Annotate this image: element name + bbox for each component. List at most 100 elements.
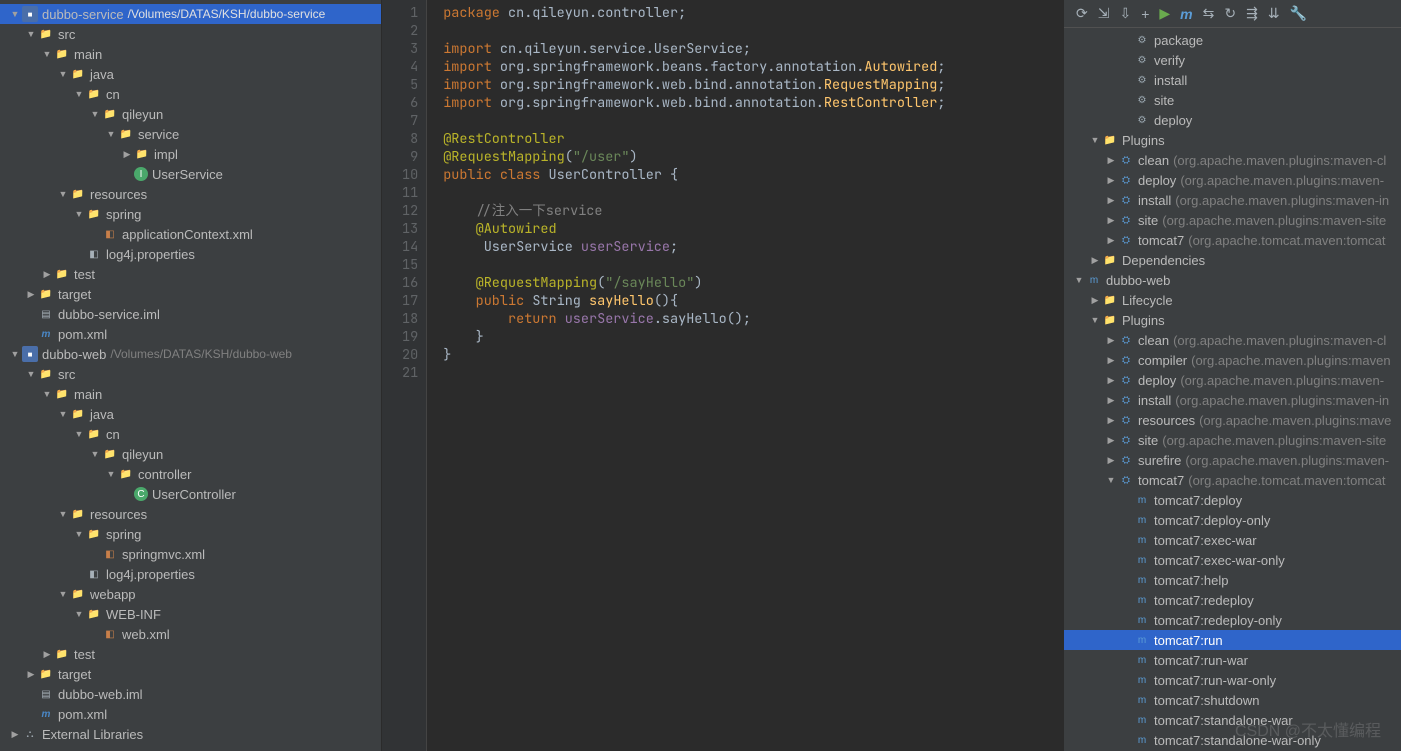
tree-arrow-icon[interactable] [24,369,38,379]
maven-toolbar-button[interactable]: ↻ [1224,5,1236,22]
project-tree-item[interactable]: ▤dubbo-service.iml [0,304,381,324]
maven-tree-item[interactable]: ⛭install(org.apache.maven.plugins:maven-… [1064,190,1401,210]
tree-arrow-icon[interactable] [1104,475,1118,485]
tree-arrow-icon[interactable] [1088,295,1102,306]
tree-arrow-icon[interactable] [1088,135,1102,145]
project-tree-item[interactable]: 📁test [0,644,381,664]
tree-arrow-icon[interactable] [1104,435,1118,446]
tree-arrow-icon[interactable] [24,669,38,680]
code-line[interactable] [443,112,945,130]
maven-tree-item[interactable]: mtomcat7:exec-war-only [1064,550,1401,570]
maven-toolbar-button[interactable]: + [1141,6,1149,22]
project-tree-item[interactable]: ⛬External Libraries [0,724,381,744]
tree-arrow-icon[interactable] [56,589,70,599]
tree-arrow-icon[interactable] [40,389,54,399]
maven-tree-item[interactable]: mdubbo-web [1064,270,1401,290]
project-tree-item[interactable]: ◧applicationContext.xml [0,224,381,244]
project-tree-item[interactable]: 📁cn [0,424,381,444]
maven-tree-item[interactable]: mtomcat7:help [1064,570,1401,590]
tree-arrow-icon[interactable] [120,149,134,160]
tree-arrow-icon[interactable] [72,209,86,219]
tree-arrow-icon[interactable] [1104,455,1118,466]
tree-arrow-icon[interactable] [1104,175,1118,186]
maven-tree-item[interactable]: ⚙site [1064,90,1401,110]
maven-tree-item[interactable]: ⛭deploy(org.apache.maven.plugins:maven- [1064,370,1401,390]
project-tree-item[interactable]: 📁java [0,64,381,84]
project-tree-item[interactable]: 📁main [0,44,381,64]
tree-arrow-icon[interactable] [72,429,86,439]
project-tree-item[interactable]: ▤dubbo-web.iml [0,684,381,704]
maven-tree-item[interactable]: ⛭tomcat7(org.apache.tomcat.maven:tomcat [1064,470,1401,490]
maven-tree-item[interactable]: mtomcat7:run-war [1064,650,1401,670]
maven-tree-item[interactable]: 📁Plugins [1064,310,1401,330]
tree-arrow-icon[interactable] [1104,195,1118,206]
code-line[interactable]: return userService.sayHello(); [443,310,945,328]
tree-arrow-icon[interactable] [1104,395,1118,406]
maven-tree-item[interactable]: ⛭tomcat7(org.apache.tomcat.maven:tomcat [1064,230,1401,250]
maven-tree-item[interactable]: ⚙verify [1064,50,1401,70]
tree-arrow-icon[interactable] [56,189,70,199]
code-line[interactable]: //注入一下service [443,202,945,220]
project-tree-item[interactable]: 📁target [0,664,381,684]
tree-arrow-icon[interactable] [72,529,86,539]
project-tree-item[interactable]: mpom.xml [0,324,381,344]
maven-toolbar-button[interactable]: ⇊ [1268,5,1280,22]
tree-arrow-icon[interactable] [1104,235,1118,246]
tree-arrow-icon[interactable] [1104,415,1118,426]
tree-arrow-icon[interactable] [8,9,22,19]
maven-toolbar-button[interactable]: ⇆ [1203,5,1215,22]
project-tree-item[interactable]: ◧springmvc.xml [0,544,381,564]
maven-tree-item[interactable]: 📁Dependencies [1064,250,1401,270]
project-tree-item[interactable]: IUserService [0,164,381,184]
project-tree-item[interactable]: 📁main [0,384,381,404]
project-tree-item[interactable]: ◧log4j.properties [0,244,381,264]
tree-arrow-icon[interactable] [24,29,38,39]
maven-tree-item[interactable]: ⛭deploy(org.apache.maven.plugins:maven- [1064,170,1401,190]
tree-arrow-icon[interactable] [104,469,118,479]
maven-toolbar-button[interactable]: ⟳ [1076,5,1088,22]
maven-tree-item[interactable]: ⚙package [1064,30,1401,50]
project-tree[interactable]: ■dubbo-service/Volumes/DATAS/KSH/dubbo-s… [0,0,382,751]
tree-arrow-icon[interactable] [56,69,70,79]
code-line[interactable]: UserService userService; [443,238,945,256]
maven-toolbar[interactable]: ⟳⇲⇩+▶m⇆↻⇶⇊🔧 [1064,0,1401,28]
maven-toolbar-button[interactable]: 🔧 [1290,5,1307,22]
project-tree-item[interactable]: 📁test [0,264,381,284]
maven-toolbar-button[interactable]: ⇶ [1246,5,1258,22]
project-tree-item[interactable]: 📁webapp [0,584,381,604]
code-line[interactable]: import org.springframework.web.bind.anno… [443,94,945,112]
project-tree-item[interactable]: 📁controller [0,464,381,484]
maven-tree-item[interactable]: mtomcat7:run [1064,630,1401,650]
project-tree-item[interactable]: 📁qileyun [0,444,381,464]
maven-tree-item[interactable]: ⛭install(org.apache.maven.plugins:maven-… [1064,390,1401,410]
tree-arrow-icon[interactable] [56,509,70,519]
code-line[interactable]: import cn.qileyun.service.UserService; [443,40,945,58]
project-tree-item[interactable]: 📁target [0,284,381,304]
project-tree-item[interactable]: 📁service [0,124,381,144]
code-body[interactable]: package cn.qileyun.controller; import cn… [427,0,961,751]
project-tree-item[interactable]: 📁qileyun [0,104,381,124]
code-line[interactable] [443,22,945,40]
maven-tree-item[interactable]: ⛭site(org.apache.maven.plugins:maven-sit… [1064,210,1401,230]
tree-arrow-icon[interactable] [72,89,86,99]
maven-tree-item[interactable]: mtomcat7:shutdown [1064,690,1401,710]
tree-arrow-icon[interactable] [1104,335,1118,346]
code-line[interactable]: } [443,328,945,346]
code-line[interactable] [443,184,945,202]
code-line[interactable]: @RequestMapping("/user") [443,148,945,166]
maven-panel[interactable]: ⟳⇲⇩+▶m⇆↻⇶⇊🔧 ⚙package⚙verify⚙install⚙site… [1063,0,1401,751]
project-tree-item[interactable]: CUserController [0,484,381,504]
maven-tree-item[interactable]: 📁Plugins [1064,130,1401,150]
tree-arrow-icon[interactable] [1104,355,1118,366]
tree-arrow-icon[interactable] [40,269,54,280]
project-tree-item[interactable]: 📁WEB-INF [0,604,381,624]
tree-arrow-icon[interactable] [1088,315,1102,325]
maven-tree-item[interactable]: ⛭compiler(org.apache.maven.plugins:maven [1064,350,1401,370]
project-tree-item[interactable]: ■dubbo-service/Volumes/DATAS/KSH/dubbo-s… [0,4,381,24]
tree-arrow-icon[interactable] [1104,155,1118,166]
code-line[interactable]: import org.springframework.web.bind.anno… [443,76,945,94]
tree-arrow-icon[interactable] [72,609,86,619]
maven-tree[interactable]: ⚙package⚙verify⚙install⚙site⚙deploy📁Plug… [1064,28,1401,751]
maven-tree-item[interactable]: mtomcat7:redeploy [1064,590,1401,610]
code-line[interactable]: package cn.qileyun.controller; [443,4,945,22]
